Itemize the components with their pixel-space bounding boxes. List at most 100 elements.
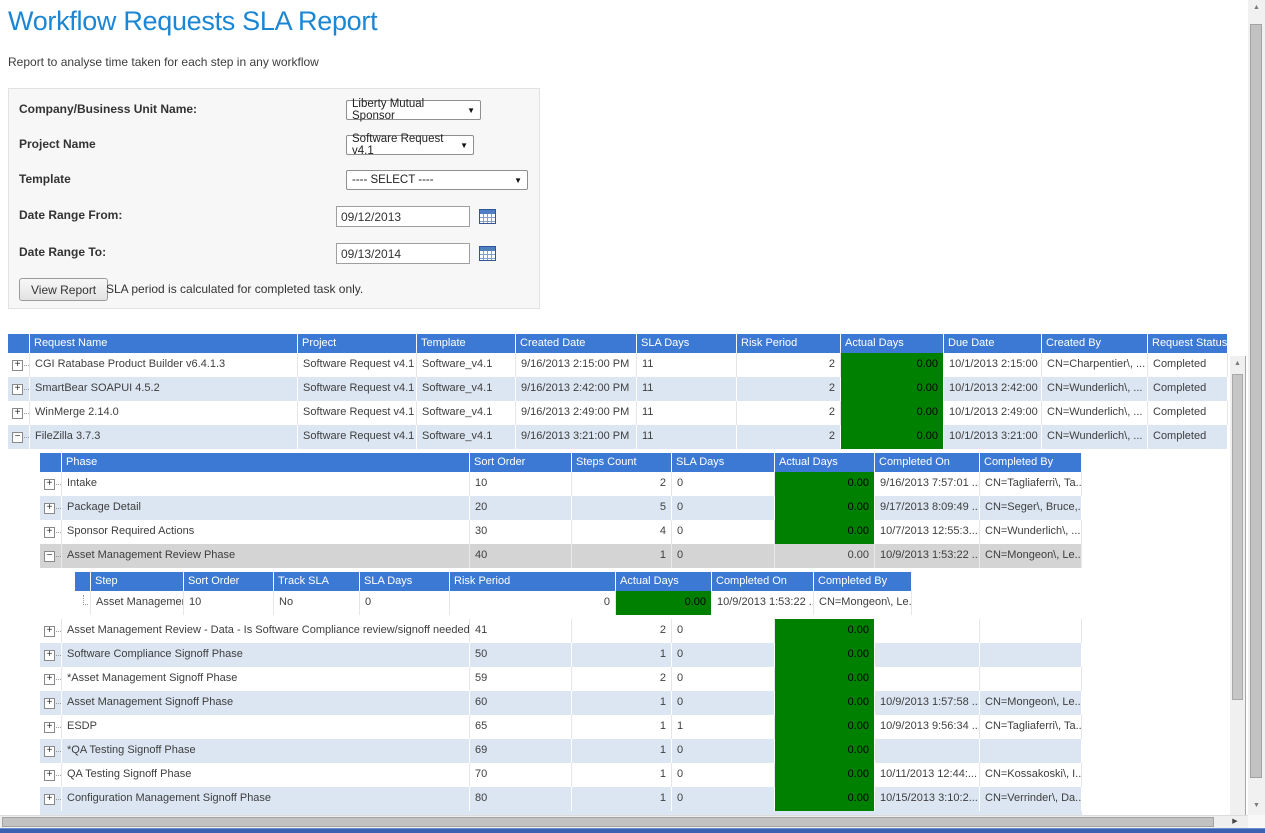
cell-steps: 1 — [572, 739, 672, 763]
phase-table-rows: +Intake10200.009/16/2013 7:57:01 ...CN=T… — [40, 472, 1228, 568]
phase-row[interactable]: +*QA Testing Signoff Phase69100.00 — [40, 739, 1082, 763]
cell-completed_by: CN=Mongeon\, Le... — [980, 691, 1082, 715]
request-row[interactable]: +WinMerge 2.14.0Software Request v4.1Sof… — [8, 401, 1228, 425]
expander-cell: + — [40, 496, 62, 520]
phase-row[interactable]: +Intake10200.009/16/2013 7:57:01 ...CN=T… — [40, 472, 1082, 496]
dotted-connector — [56, 483, 61, 485]
request-row[interactable]: +SmartBear SOAPUI 4.5.2Software Request … — [8, 377, 1228, 401]
company-select[interactable]: Liberty Mutual Sponsor ▼ — [346, 100, 481, 120]
cell-completed_on: 9/17/2013 8:09:49 ... — [875, 496, 980, 520]
cell-project: Software Request v4.1 — [298, 377, 417, 401]
cell-sort: 65 — [470, 715, 572, 739]
expand-icon[interactable]: + — [44, 650, 55, 661]
phase-row[interactable]: +*Asset Management Signoff Phase59200.00 — [40, 667, 1082, 691]
expander-column-header — [8, 334, 30, 353]
expand-icon[interactable]: + — [44, 770, 55, 781]
page-vertical-scrollbar[interactable]: ▲ ▼ — [1248, 0, 1265, 815]
expand-icon[interactable]: + — [44, 479, 55, 490]
cell-name: WinMerge 2.14.0 — [30, 401, 298, 425]
expander-cell: + — [40, 472, 62, 496]
cell-sla: 0 — [672, 667, 775, 691]
view-report-button[interactable]: View Report — [19, 278, 108, 301]
expand-icon[interactable]: + — [44, 698, 55, 709]
expander-cell: + — [8, 353, 30, 377]
project-select[interactable]: Software Request v4.1 ▼ — [346, 135, 474, 155]
phase-row[interactable]: +Software Compliance Signoff Phase50100.… — [40, 643, 1082, 667]
cell-project: Software Request v4.1 — [298, 401, 417, 425]
phase-row[interactable]: +Configuration Management Signoff Phase8… — [40, 787, 1082, 811]
expander-cell: + — [40, 787, 62, 811]
request-row[interactable]: −FileZilla 3.7.3Software Request v4.1Sof… — [8, 425, 1228, 449]
expand-icon[interactable]: + — [44, 794, 55, 805]
cell-created: 9/16/2013 3:21:00 PM — [516, 425, 637, 449]
phase-row[interactable]: +Sponsor Required Actions30400.0010/7/20… — [40, 520, 1082, 544]
expand-icon[interactable]: + — [44, 527, 55, 538]
cell-sla: 0 — [672, 544, 775, 568]
dotted-connector — [24, 388, 29, 390]
request-row[interactable]: +CGI Ratabase Product Builder v6.4.1.3So… — [8, 353, 1228, 377]
cell-completed_on: 10/9/2013 1:53:22 ... — [875, 544, 980, 568]
horizontal-scrollbar-thumb[interactable] — [2, 817, 1214, 827]
cell-steps: 5 — [572, 496, 672, 520]
expand-icon[interactable]: + — [12, 384, 23, 395]
page-subtitle: Report to analyse time taken for each st… — [8, 55, 319, 69]
cell-steps: 4 — [572, 520, 672, 544]
expander-cell: + — [40, 520, 62, 544]
calendar-icon[interactable] — [479, 246, 496, 261]
step-table-header: StepSort OrderTrack SLASLA DaysRisk Peri… — [75, 572, 912, 591]
date-from-input[interactable] — [336, 206, 470, 227]
phase-row[interactable]: +Asset Management Review - Data - Is Sof… — [40, 619, 1082, 643]
tree-leaf-icon — [83, 595, 88, 605]
expand-icon[interactable]: + — [44, 674, 55, 685]
phase-table-rows: +Asset Management Review - Data - Is Sof… — [40, 619, 1228, 811]
cell-sla: 11 — [637, 353, 737, 377]
template-select[interactable]: ---- SELECT ---- ▼ — [346, 170, 528, 190]
date-to-input[interactable] — [336, 243, 470, 264]
filter-panel: Company/Business Unit Name: Liberty Mutu… — [8, 88, 540, 309]
expand-icon[interactable]: + — [12, 408, 23, 419]
dotted-connector — [56, 630, 61, 632]
step-row[interactable]: Asset Managemen...10No000.0010/9/2013 1:… — [75, 591, 912, 615]
expand-icon[interactable]: + — [44, 746, 55, 757]
report-area: Request NameProjectTemplateCreated DateS… — [8, 334, 1228, 815]
cell-actual: 0.00 — [841, 377, 944, 401]
expand-icon[interactable]: + — [44, 626, 55, 637]
column-header-project: Project — [298, 334, 417, 353]
dotted-connector — [56, 726, 61, 728]
page-vertical-scrollbar-thumb[interactable] — [1250, 24, 1262, 778]
step-table: StepSort OrderTrack SLASLA DaysRisk Peri… — [75, 568, 1228, 619]
collapse-icon[interactable]: − — [12, 432, 23, 443]
phase-row[interactable]: +ESDP65110.0010/9/2013 9:56:34 ...CN=Tag… — [40, 715, 1082, 739]
column-header-actual: Actual Days — [841, 334, 944, 353]
cell-steps: 1 — [572, 787, 672, 811]
cell-risk: 2 — [737, 425, 841, 449]
expand-icon[interactable]: + — [12, 360, 23, 371]
column-header-created: Created Date — [516, 334, 637, 353]
phase-row[interactable]: +Asset Management Signoff Phase60100.001… — [40, 691, 1082, 715]
phase-row[interactable]: −Asset Management Review Phase40100.0010… — [40, 544, 1082, 568]
cell-actual: 0.00 — [775, 520, 875, 544]
scroll-right-icon[interactable]: ▶ — [1226, 816, 1244, 828]
report-vertical-scrollbar-thumb[interactable] — [1232, 374, 1243, 700]
expand-icon[interactable]: + — [44, 503, 55, 514]
expand-icon[interactable]: + — [44, 722, 55, 733]
cell-created_by: CN=Wunderlich\, ... — [1042, 401, 1148, 425]
cell-sort: 20 — [470, 496, 572, 520]
scroll-down-icon[interactable]: ▼ — [1248, 799, 1265, 813]
cell-created_by: CN=Wunderlich\, ... — [1042, 425, 1148, 449]
cell-track: No — [274, 591, 360, 615]
cell-sort: 60 — [470, 691, 572, 715]
phase-row[interactable]: +Package Detail20500.009/17/2013 8:09:49… — [40, 496, 1082, 520]
horizontal-scrollbar[interactable]: ▶ — [0, 815, 1248, 828]
scroll-up-icon[interactable]: ▲ — [1230, 358, 1245, 370]
scroll-up-icon[interactable]: ▲ — [1248, 1, 1265, 15]
date-from-label: Date Range From: — [19, 208, 122, 222]
phase-row[interactable]: +QA Testing Signoff Phase70100.0010/11/2… — [40, 763, 1082, 787]
report-vertical-scrollbar[interactable]: ▲ — [1230, 356, 1246, 815]
calendar-icon[interactable] — [479, 209, 496, 224]
collapse-icon[interactable]: − — [44, 551, 55, 562]
cell-completed_on: 10/15/2013 3:10:2... — [875, 787, 980, 811]
cell-actual: 0.00 — [616, 591, 712, 615]
cell-sla: 0 — [672, 787, 775, 811]
column-header-actual: Actual Days — [616, 572, 712, 591]
